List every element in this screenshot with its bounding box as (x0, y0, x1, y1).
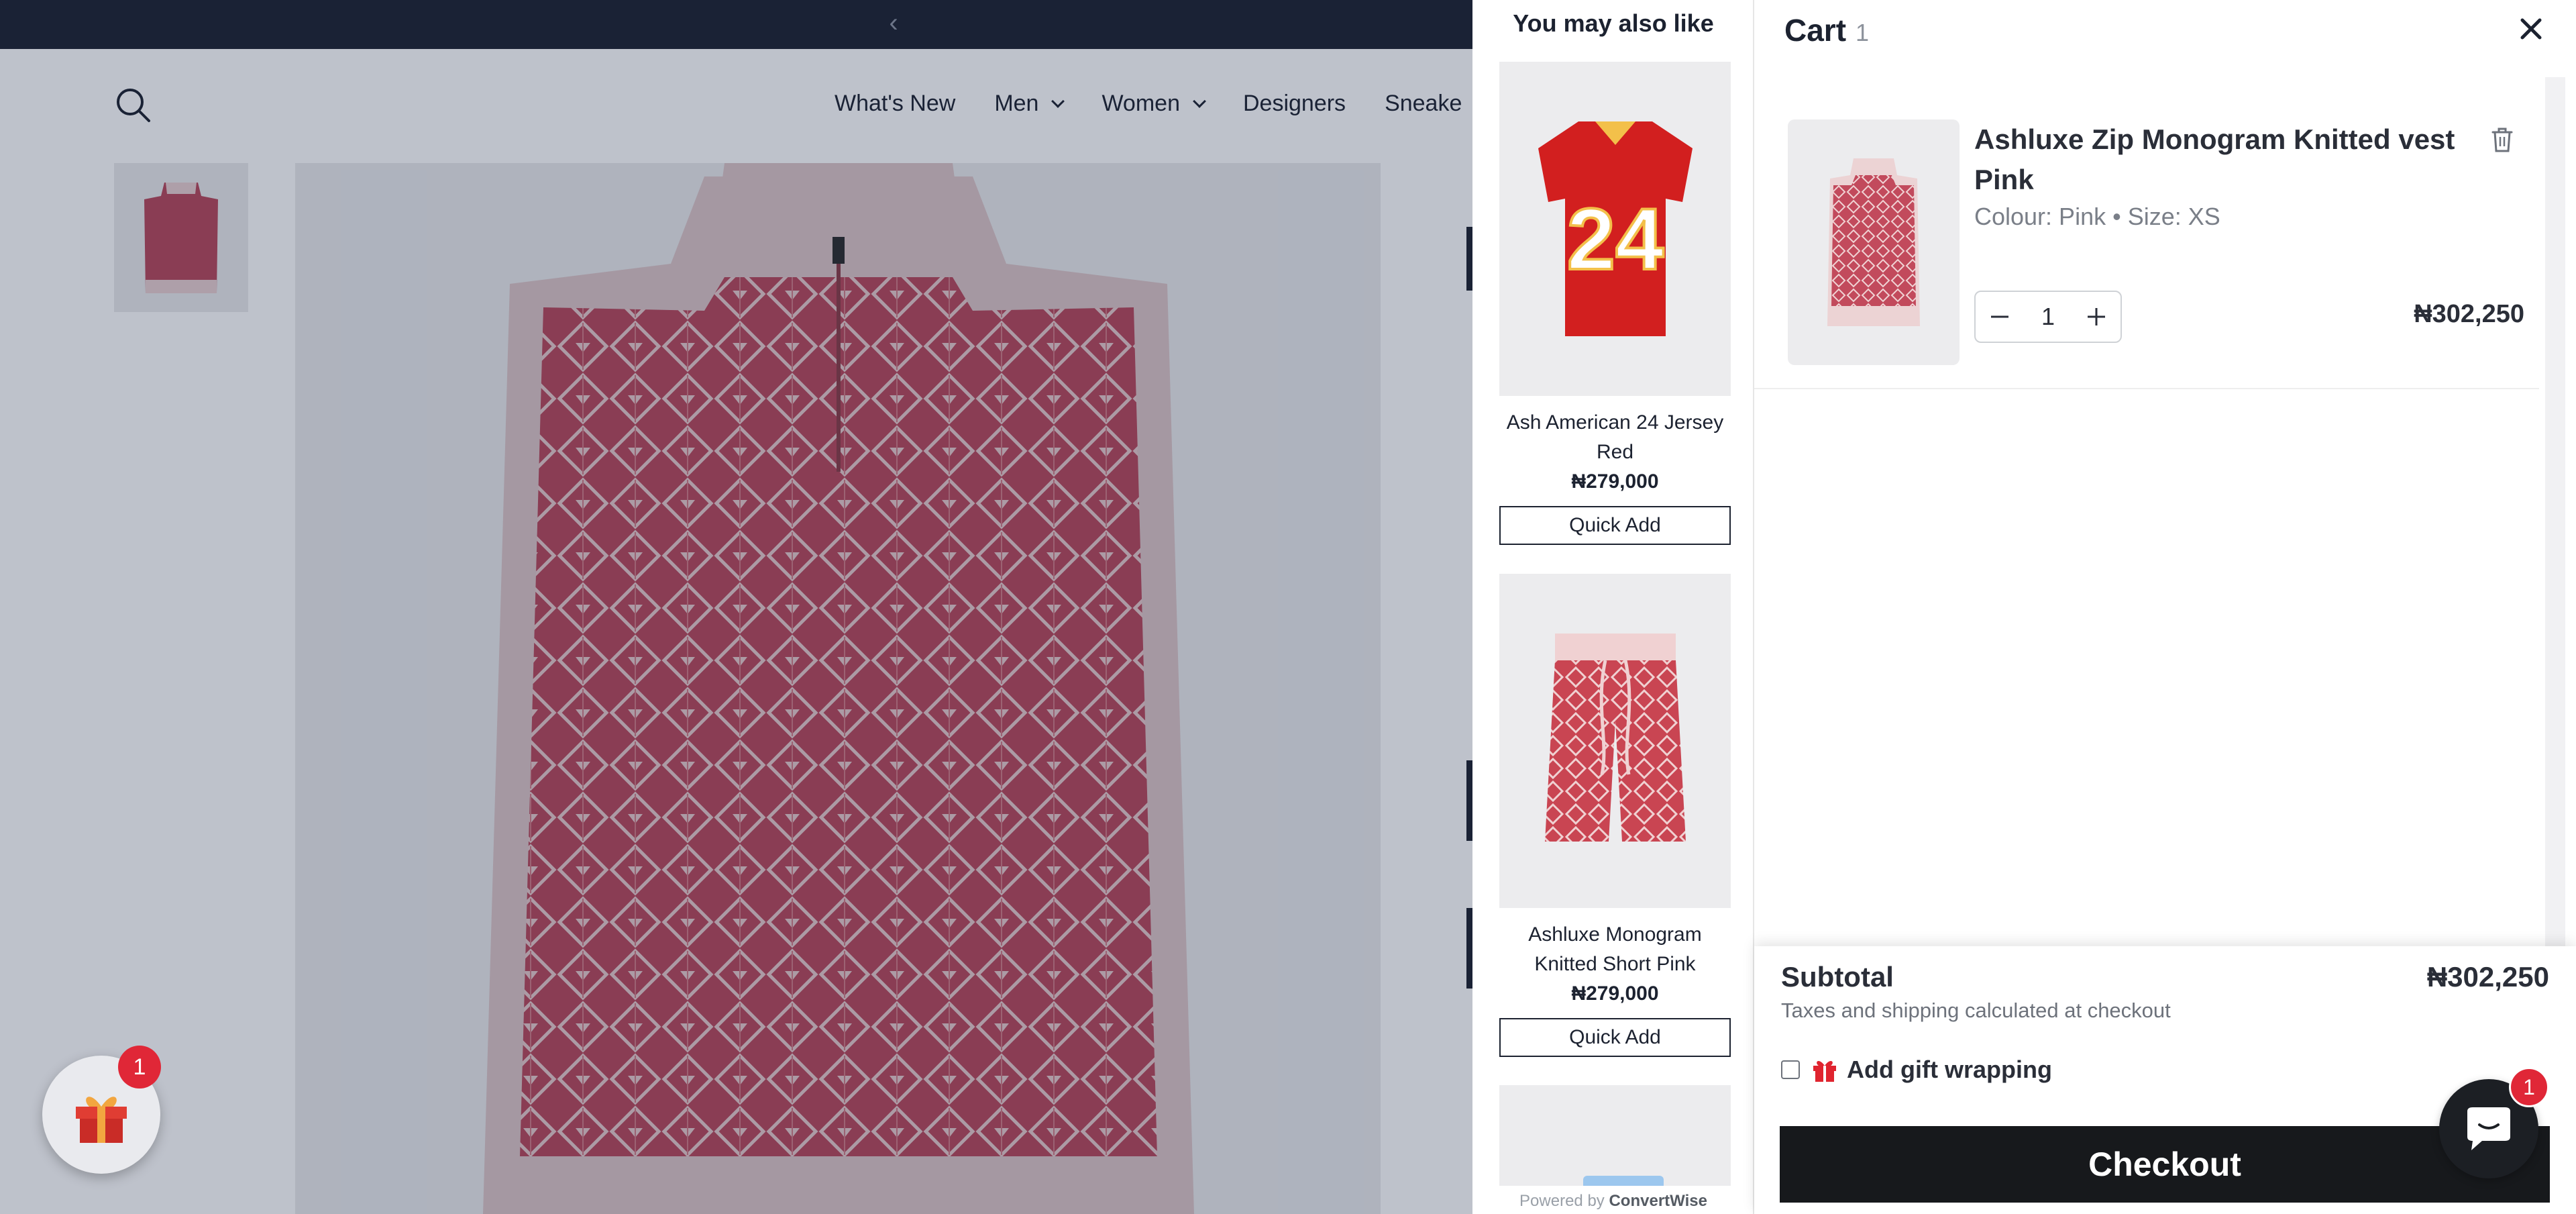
minus-icon (1991, 315, 2008, 318)
gift-icon (76, 1097, 127, 1143)
plus-icon (2088, 308, 2105, 325)
gift-icon (1813, 1060, 1836, 1082)
product-price: ₦279,000 (1571, 470, 1659, 493)
recommendations-title: You may also like (1513, 9, 1714, 37)
gift-wrap-label: Add gift wrapping (1847, 1056, 2052, 1083)
cart-drawer: Cart 1 Ashluxe Zip Monogram Knitted vest … (1754, 0, 2576, 1214)
cart-count: 1 (1856, 19, 1870, 46)
cart-line-item: Ashluxe Zip Monogram Knitted vest Pink C… (1754, 87, 2539, 389)
cart-footer: Subtotal ₦302,250 Taxes and shipping cal… (1754, 946, 2576, 1214)
powered-by: Powered by ConvertWise (1472, 1190, 1753, 1214)
tax-note: Taxes and shipping calculated at checkou… (1781, 999, 2171, 1022)
product-image[interactable]: 24 (1499, 62, 1731, 396)
cart-title: Cart 1 (1784, 12, 1869, 48)
product-image[interactable] (1499, 1085, 1731, 1186)
recommendations-panel: You may also like 24 Ash American 24 Jer… (1472, 0, 1754, 1214)
product-image[interactable] (1499, 574, 1731, 908)
cart-item-image[interactable] (1788, 119, 1960, 365)
chat-icon (2467, 1107, 2510, 1150)
product-name[interactable]: Ash American 24 Jersey Red (1499, 408, 1731, 467)
cart-scrollbar[interactable] (2545, 77, 2565, 946)
increase-quantity-button[interactable] (2072, 292, 2121, 342)
gift-wrap-checkbox[interactable] (1781, 1060, 1800, 1079)
subtotal-label: Subtotal (1781, 961, 1894, 993)
product-price: ₦279,000 (1571, 982, 1659, 1005)
cart-item-name[interactable]: Ashluxe Zip Monogram Knitted vest Pink (1974, 119, 2484, 200)
recommendation-card: 24 Ash American 24 Jersey Red ₦279,000 Q… (1499, 62, 1731, 545)
quantity-stepper: 1 (1974, 291, 2122, 343)
powered-by-prefix: Powered by (1519, 1192, 1605, 1210)
quick-add-button[interactable]: Quick Add (1499, 506, 1731, 545)
close-icon[interactable] (2516, 13, 2546, 44)
cart-item-variant: Colour: Pink • Size: XS (1974, 203, 2220, 230)
vest-image (1827, 158, 1920, 326)
product-name[interactable]: Ashluxe Monogram Knitted Short Pink (1499, 920, 1731, 979)
shorts-image (1544, 634, 1686, 842)
powered-by-brand[interactable]: ConvertWise (1609, 1192, 1707, 1210)
jersey-image: 24 (1538, 121, 1693, 336)
product-image-partial (1583, 1176, 1664, 1186)
quantity-value[interactable]: 1 (2024, 303, 2072, 331)
chat-badge: 1 (2509, 1067, 2549, 1107)
quick-add-button[interactable]: Quick Add (1499, 1018, 1731, 1057)
checkout-button[interactable]: Checkout (1780, 1126, 2550, 1203)
gift-wrap-option[interactable]: Add gift wrapping (1781, 1056, 2052, 1084)
decrease-quantity-button[interactable] (1976, 292, 2024, 342)
cart-title-label: Cart (1784, 13, 1847, 48)
svg-text:24: 24 (1566, 190, 1664, 288)
trash-icon[interactable] (2490, 126, 2514, 153)
recommendation-card: Ashluxe Monogram Knitted Short Pink ₦279… (1499, 574, 1731, 1057)
cart-item-price: ₦302,250 (2414, 300, 2524, 328)
subtotal-value: ₦302,250 (2426, 961, 2549, 993)
gift-widget-badge: 1 (118, 1046, 161, 1089)
modal-overlay[interactable] (0, 0, 1472, 1214)
